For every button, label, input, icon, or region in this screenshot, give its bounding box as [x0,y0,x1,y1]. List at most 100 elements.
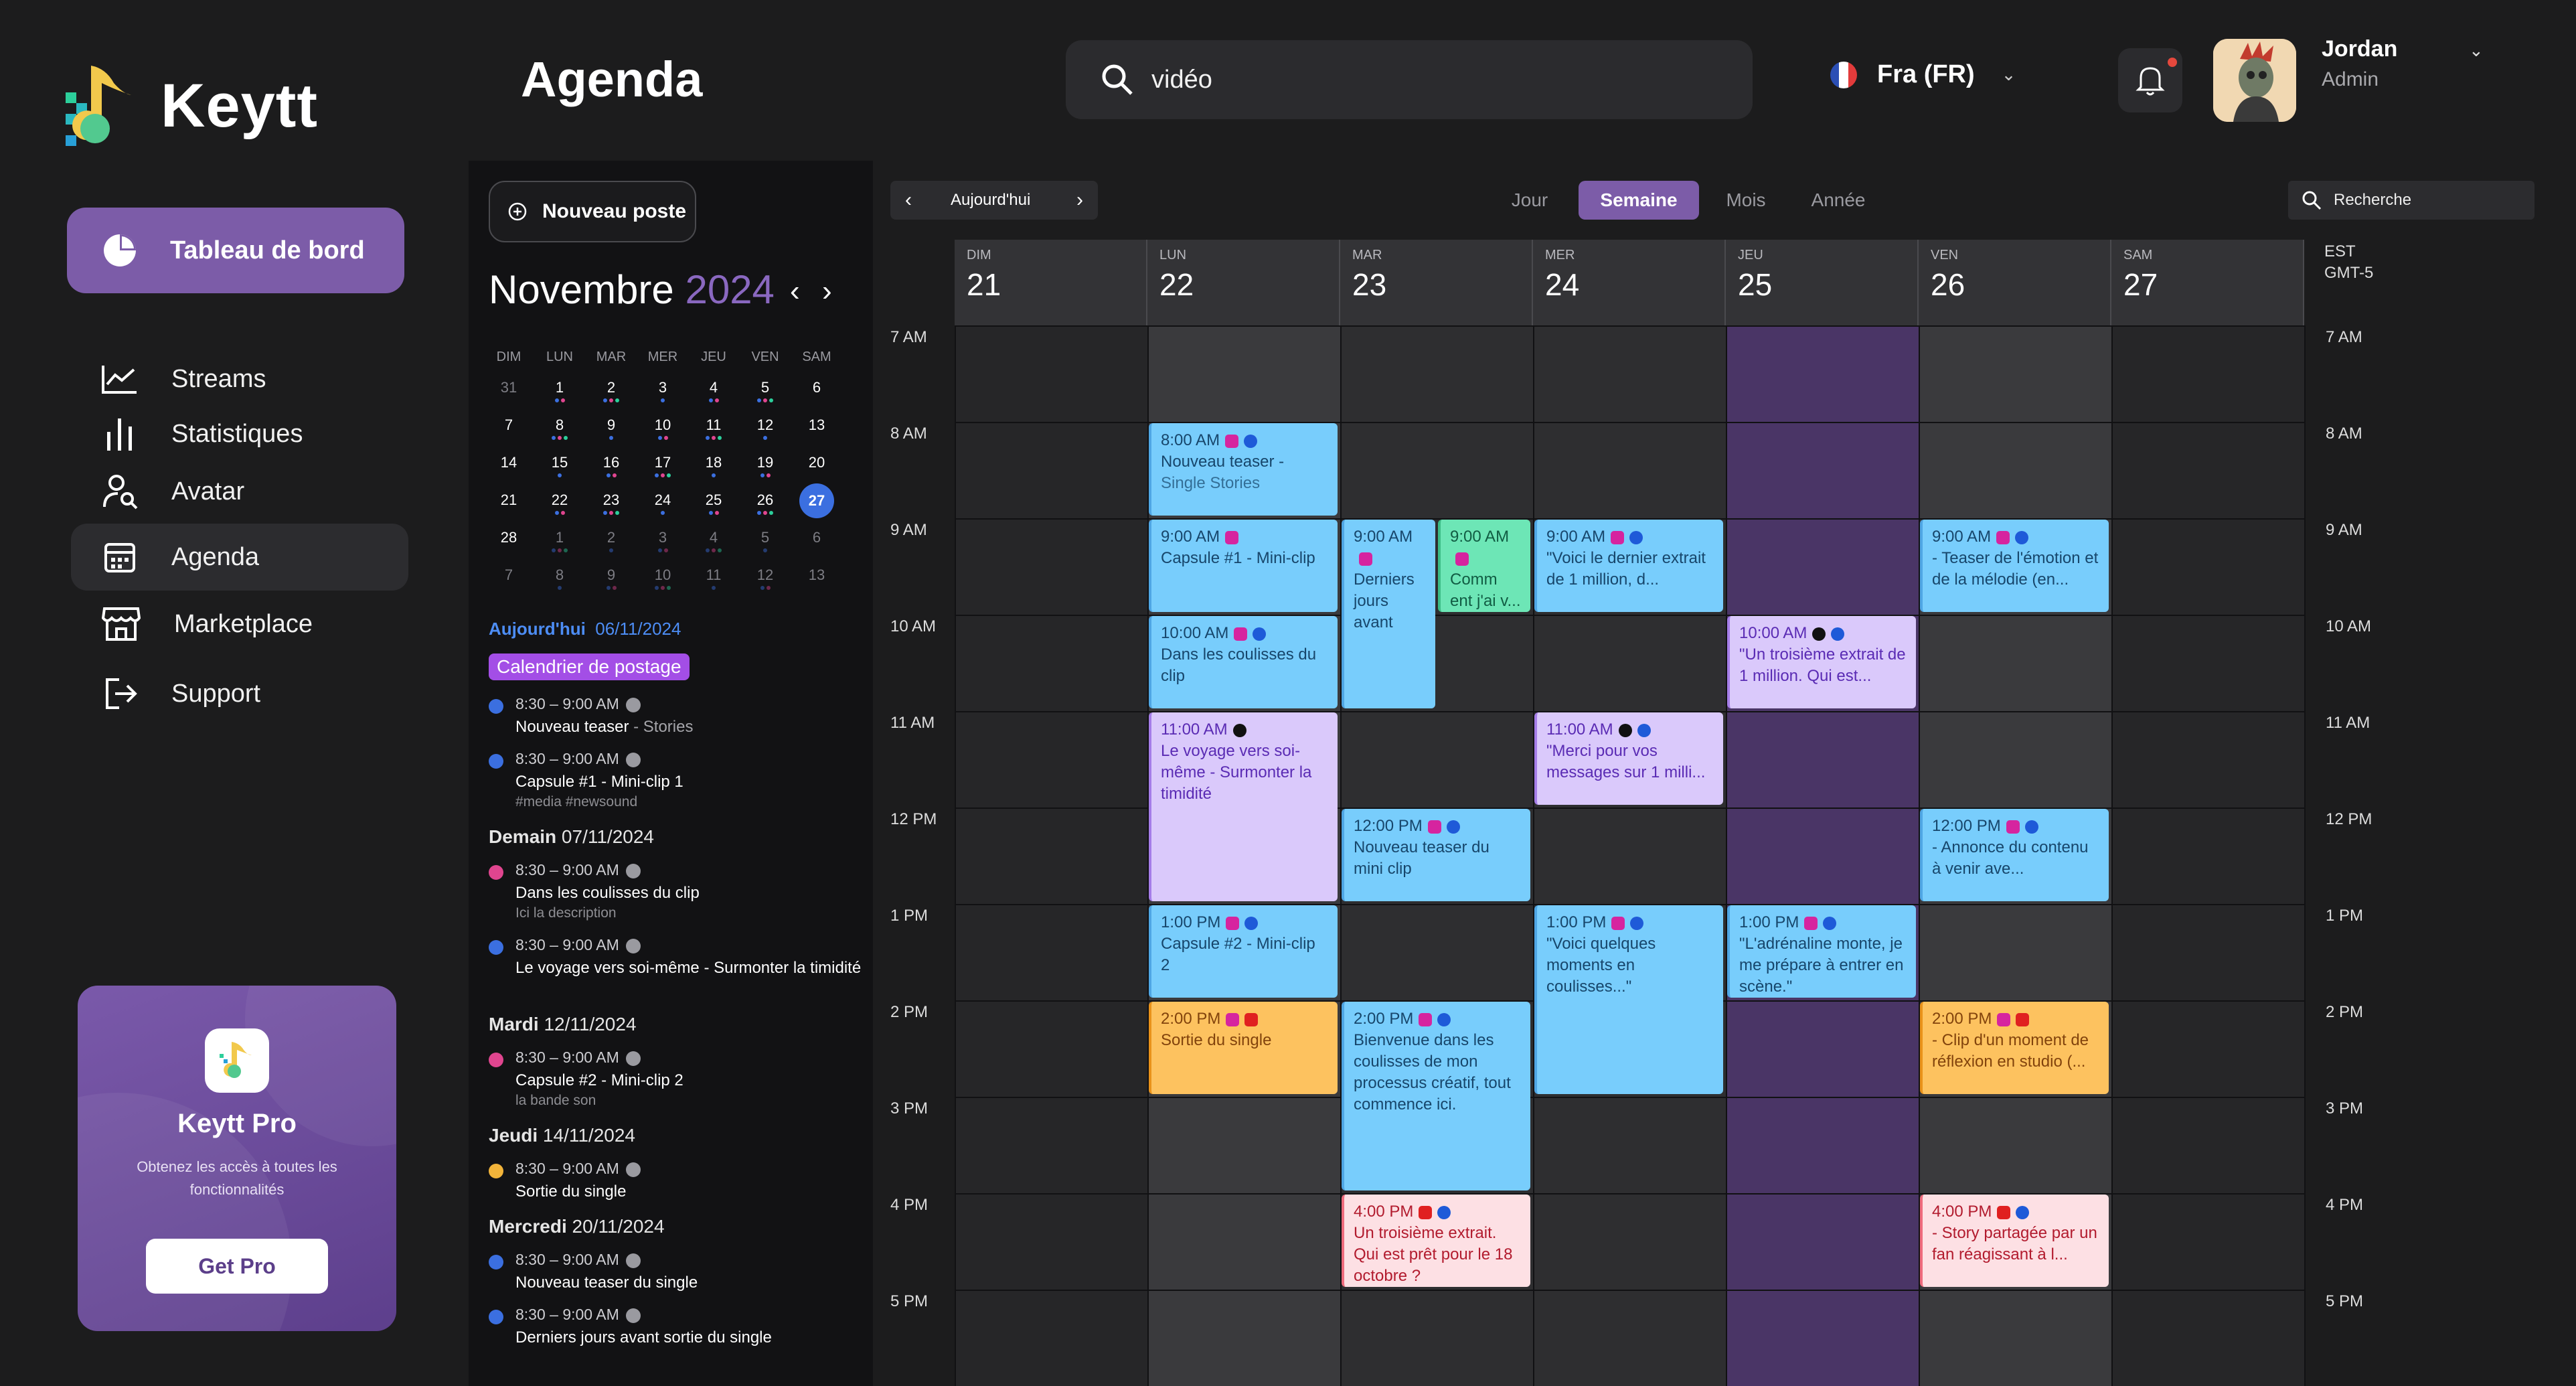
prev-month-icon[interactable]: ‹ [790,275,800,308]
app-logo[interactable]: Keytt [62,59,318,153]
today-button[interactable]: Aujourd'hui [951,181,1030,220]
next-week-icon[interactable]: › [1062,181,1098,220]
mini-day-cell[interactable]: 6 [797,528,837,560]
mini-day-cell[interactable]: 1 [540,378,580,410]
mini-day-cell[interactable]: 12 [745,565,785,597]
notifications-button[interactable] [2118,48,2182,112]
avatar[interactable] [2213,39,2296,122]
day-header[interactable]: JEU 25 [1726,240,1919,325]
mini-day-cell[interactable]: 2 [591,378,631,410]
day-header[interactable]: DIM 21 [955,240,1147,325]
mini-day-cell[interactable]: 14 [489,453,529,485]
mini-day-cell[interactable]: 8 [540,565,580,597]
calendar-event[interactable]: 10:00 AM Dans les coulisses du clip [1149,616,1338,708]
mini-day-cell[interactable]: 17 [643,453,683,485]
mini-day-cell[interactable]: 1 [540,528,580,560]
day-header[interactable]: SAM 27 [2111,240,2304,325]
mini-day-cell[interactable]: 5 [745,378,785,410]
calendar-event[interactable]: 2:00 PM - Clip d'un moment de réflexion e… [1920,1002,2109,1094]
search-bar[interactable]: vidéo [1066,40,1753,119]
nav-support[interactable]: Support [71,660,408,727]
mini-day-cell[interactable]: 22 [540,490,580,522]
view-annee[interactable]: Année [1798,181,1878,220]
mini-day-cell[interactable]: 16 [591,453,631,485]
mini-day-cell[interactable]: 20 [797,453,837,485]
mini-day-cell[interactable]: 10 [643,415,683,447]
calendar-event[interactable]: 2:00 PM Sortie du single [1149,1002,1338,1094]
view-mois[interactable]: Mois [1712,181,1779,220]
calendar-event[interactable]: 12:00 PM Nouveau teaser du mini clip [1342,809,1530,901]
nav-statistiques[interactable]: Statistiques [71,400,408,467]
pinterest-icon [1244,434,1258,448]
mini-day-cell[interactable]: 11 [694,415,734,447]
week-search-input[interactable]: Recherche [2334,191,2411,210]
mini-day-cell[interactable]: 9 [591,565,631,597]
mini-day-cell[interactable]: 21 [489,490,529,522]
mini-day-cell[interactable]: 10 [643,565,683,597]
mini-day-cell[interactable]: 11 [694,565,734,597]
mini-day-cell[interactable]: 15 [540,453,580,485]
view-semaine[interactable]: Semaine [1579,181,1699,220]
calendar-event[interactable]: 4:00 PM - Story partagée par un fan réagi… [1920,1195,2109,1287]
calendar-event[interactable]: 9:00 AM - Teaser de l'émotion et de la mé… [1920,520,2109,612]
day-header[interactable]: MER 24 [1533,240,1726,325]
mini-day-cell[interactable]: 9 [591,415,631,447]
day-header[interactable]: VEN 26 [1919,240,2111,325]
search-input[interactable]: vidéo [1151,66,1212,94]
mini-day-cell[interactable]: 18 [694,453,734,485]
mini-day-cell[interactable]: 13 [797,415,837,447]
week-search[interactable]: Recherche [2288,181,2534,220]
prev-week-icon[interactable]: ‹ [890,181,927,220]
mini-day-cell[interactable]: 31 [489,378,529,410]
pie-chart-icon [104,234,136,266]
mini-day-cell[interactable]: 28 [489,528,529,560]
calendar-event[interactable]: 4:00 PM Un troisième extrait. Qui est prê… [1342,1195,1530,1287]
mini-day-cell[interactable]: 8 [540,415,580,447]
calendar-tag[interactable]: Calendrier de postage [489,653,690,680]
nav-agenda[interactable]: Agenda [71,524,408,591]
calendar-event[interactable]: 8:00 AM Nouveau teaser - Single Stories [1149,423,1338,516]
calendar-event[interactable]: 10:00 AM "Un troisième extrait de 1 milli… [1727,616,1916,708]
calendar-event[interactable]: 1:00 PM "L'adrénaline monte, je me prépar… [1727,905,1916,998]
mini-day-cell[interactable]: 3 [643,378,683,410]
mini-day-cell[interactable]: 25 [694,490,734,522]
calendar-event[interactable]: 11:00 AM Le voyage vers soi-même - Surmon… [1149,712,1338,901]
language-selector[interactable]: Fra (FR) ⌄ [1830,60,2016,89]
day-header[interactable]: MAR 23 [1340,240,1533,325]
instagram-icon [2006,820,2020,834]
view-jour[interactable]: Jour [1500,181,1560,220]
mini-day-cell[interactable]: 26 [745,490,785,522]
calendar-event[interactable]: 9:00 AM Derniers jours avant [1342,520,1435,708]
mini-day-cell[interactable]: 7 [489,415,529,447]
mini-day-cell[interactable]: 5 [745,528,785,560]
mini-day-cell[interactable]: 27 [797,483,837,522]
calendar-event[interactable]: 1:00 PM "Voici quelques moments en coulis… [1534,905,1723,1094]
mini-day-cell[interactable]: 6 [797,378,837,410]
mini-day-cell[interactable]: 12 [745,415,785,447]
user-menu-chevron-icon[interactable]: ⌄ [2469,40,2484,61]
mini-day-cell[interactable]: 13 [797,565,837,597]
nav-dashboard[interactable]: Tableau de bord [67,208,404,293]
mini-day-cell[interactable]: 23 [591,490,631,522]
calendar-event[interactable]: 11:00 AM "Merci pour vos messages sur 1 m… [1534,712,1723,805]
calendar-event[interactable]: 1:00 PM Capsule #2 - Mini-clip 2 [1149,905,1338,998]
calendar-event[interactable]: 9:00 AM Comm ent j'ai v... [1438,520,1530,612]
mini-day-cell[interactable]: 4 [694,528,734,560]
calendar-event[interactable]: 9:00 AM "Voici le dernier extrait de 1 mi… [1534,520,1723,612]
get-pro-button[interactable]: Get Pro [146,1239,328,1294]
calendar-event[interactable]: 9:00 AM Capsule #1 - Mini-clip [1149,520,1338,612]
calendar-event[interactable]: 12:00 PM - Annonce du contenu à venir ave… [1920,809,2109,901]
nav-marketplace[interactable]: Marketplace [71,591,408,658]
mini-day-cell[interactable]: 19 [745,453,785,485]
new-post-button[interactable]: Nouveau poste [489,181,696,242]
mini-day-cell[interactable]: 3 [643,528,683,560]
mini-day-cell[interactable]: 24 [643,490,683,522]
mini-day-cell[interactable]: 2 [591,528,631,560]
next-month-icon[interactable]: › [822,275,832,308]
hour-label: 9 AM [890,521,927,539]
calendar-event[interactable]: 2:00 PM Bienvenue dans les coulisses de m… [1342,1002,1530,1190]
nav-avatar[interactable]: Avatar [71,458,408,525]
mini-day-cell[interactable]: 7 [489,565,529,597]
day-header[interactable]: LUN 22 [1147,240,1340,325]
mini-day-cell[interactable]: 4 [694,378,734,410]
